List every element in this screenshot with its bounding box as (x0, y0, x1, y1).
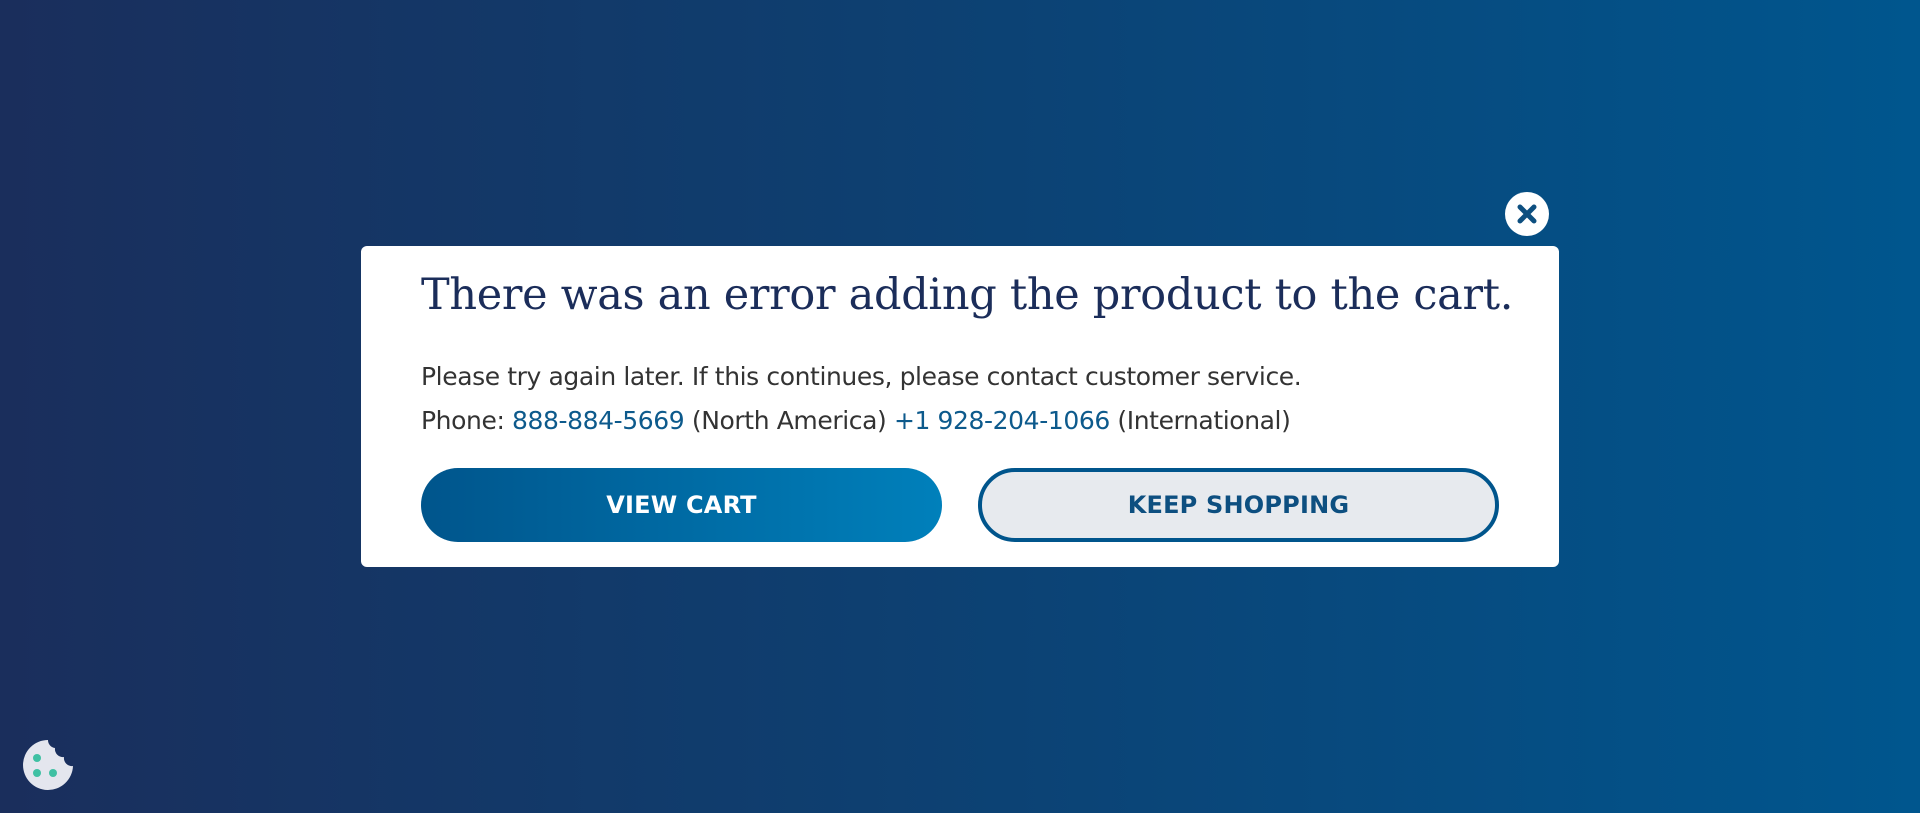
phone-line: Phone: 888-884-5669 (North America) +1 9… (421, 406, 1291, 435)
phone-link-north-america[interactable]: 888-884-5669 (512, 406, 685, 435)
view-cart-button[interactable]: VIEW CART (421, 468, 942, 542)
modal-title: There was an error adding the product to… (421, 270, 1514, 320)
cookie-settings-button[interactable] (22, 739, 74, 791)
keep-shopping-button[interactable]: KEEP SHOPPING (978, 468, 1499, 542)
error-message: Please try again later. If this continue… (421, 362, 1302, 391)
phone-region-north-america: (North America) (691, 406, 887, 435)
phone-link-international[interactable]: +1 928-204-1066 (894, 406, 1110, 435)
cookie-icon (22, 740, 74, 795)
phone-label: Phone: (421, 406, 505, 435)
phone-region-international: (International) (1117, 406, 1291, 435)
close-icon (1515, 202, 1539, 226)
close-button[interactable] (1505, 192, 1549, 236)
error-modal: There was an error adding the product to… (361, 246, 1559, 567)
